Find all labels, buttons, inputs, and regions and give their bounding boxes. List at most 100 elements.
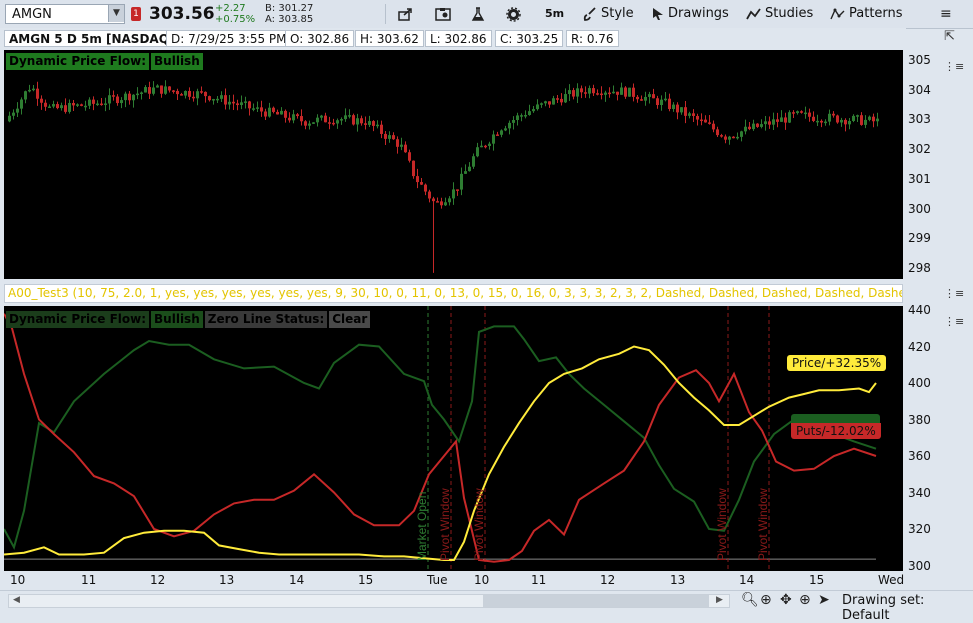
share-button[interactable] xyxy=(398,3,414,25)
candle xyxy=(796,110,799,115)
pointer-icon[interactable]: ➤ xyxy=(818,592,830,608)
net-change: +2.27 +0.75% xyxy=(215,3,255,25)
x-tick: 14 xyxy=(739,573,755,587)
candle xyxy=(724,134,727,144)
candle xyxy=(212,98,215,105)
symbol-input[interactable]: AMGN xyxy=(5,4,125,24)
candle xyxy=(76,103,79,108)
candle xyxy=(428,189,431,203)
candle xyxy=(196,88,199,106)
candle xyxy=(380,120,383,139)
lower-menu-icon[interactable]: ⋮≡ xyxy=(944,315,964,328)
menu-icon[interactable]: ≡ xyxy=(940,6,952,22)
dpf-state-lower: Bullish xyxy=(151,311,203,328)
collapse-icon[interactable]: ⇱ xyxy=(944,29,955,44)
candle xyxy=(492,130,495,151)
candle xyxy=(412,160,415,179)
candle xyxy=(596,89,599,96)
zoom-out-icon[interactable]: 🔍︎ xyxy=(741,592,759,608)
candle xyxy=(824,119,827,126)
pan-icon[interactable]: ✥ xyxy=(780,592,792,608)
zoom-in-icon[interactable]: ⊕ xyxy=(760,592,772,608)
candle xyxy=(780,110,783,122)
candle xyxy=(260,100,263,117)
crosshair-icon[interactable]: ⊕ xyxy=(799,592,811,608)
drawing-set-label[interactable]: Drawing set: Default xyxy=(842,593,973,623)
candle xyxy=(252,103,255,112)
candle xyxy=(32,85,35,92)
scrollbar-thumb[interactable] xyxy=(483,595,709,607)
dpf-state-upper: Bullish xyxy=(151,53,203,70)
candle xyxy=(248,100,251,116)
bar-close: C: 303.25 xyxy=(495,30,564,47)
bar-low: L: 302.86 xyxy=(425,30,492,47)
x-tick: 13 xyxy=(670,573,686,587)
patterns-button[interactable]: Patterns xyxy=(830,3,903,25)
style-label: Style xyxy=(601,6,634,21)
candle xyxy=(48,104,51,109)
candle xyxy=(540,102,543,108)
studies-icon xyxy=(746,8,761,20)
candle xyxy=(832,111,835,118)
candle xyxy=(516,112,519,126)
candle xyxy=(564,88,567,103)
candle xyxy=(792,110,795,118)
candle xyxy=(320,114,323,121)
candle xyxy=(244,96,247,109)
candle xyxy=(332,118,335,126)
alert-badge[interactable]: 1 xyxy=(131,7,141,21)
lab-button[interactable] xyxy=(471,3,485,25)
candle xyxy=(568,84,571,101)
candle xyxy=(268,102,271,118)
candle xyxy=(280,107,283,115)
scroll-left-icon[interactable]: ◀ xyxy=(13,595,20,605)
candle xyxy=(476,142,479,158)
rail-menu-icon[interactable]: ⋮≡ xyxy=(944,60,964,73)
study-menu-icon[interactable]: ⋮≡ xyxy=(944,287,964,300)
drawings-button[interactable]: Drawings xyxy=(652,3,729,25)
candle xyxy=(296,112,299,119)
candle xyxy=(452,182,455,205)
candle xyxy=(528,104,531,116)
candle xyxy=(548,101,551,108)
x-tick: 13 xyxy=(219,573,235,587)
candle xyxy=(432,196,435,273)
candle xyxy=(416,168,419,189)
candle xyxy=(708,115,711,125)
symbol-dropdown-icon[interactable]: ▼ xyxy=(108,5,124,22)
candle xyxy=(692,109,695,123)
candle xyxy=(536,99,539,111)
study-title-bar[interactable]: A00_Test3 (10, 75, 2.0, 1, yes, yes, yes… xyxy=(4,284,903,303)
upper-y-tick: 300 xyxy=(908,201,931,216)
candle xyxy=(200,86,203,94)
candle xyxy=(704,115,707,123)
candle xyxy=(180,92,183,96)
candle xyxy=(844,118,847,132)
scroll-right-icon[interactable]: ▶ xyxy=(716,595,723,605)
price-chart[interactable]: Dynamic Price Flow: Bullish xyxy=(4,50,903,279)
candle xyxy=(308,120,311,130)
candle xyxy=(164,80,167,95)
snapshot-button[interactable] xyxy=(435,3,451,25)
candle xyxy=(256,101,259,113)
x-tick: 10 xyxy=(10,573,26,587)
candle xyxy=(204,91,207,103)
candle xyxy=(112,90,115,101)
bar-range: R: 0.76 xyxy=(566,30,619,47)
studies-button[interactable]: Studies xyxy=(746,3,813,25)
candle xyxy=(468,162,471,172)
indicator-chart[interactable]: Market Open Pivot Window Pivot Window Pivot… xyxy=(4,306,903,571)
settings-button[interactable] xyxy=(506,3,521,25)
candle xyxy=(404,141,407,153)
candle xyxy=(368,115,371,127)
candle xyxy=(40,95,43,110)
x-tick: Tue xyxy=(427,573,448,587)
bid-ask: B: 301.27 A: 303.85 xyxy=(265,3,313,25)
candle xyxy=(20,97,23,115)
candle xyxy=(344,108,347,122)
candle xyxy=(464,164,467,174)
style-button[interactable]: Style xyxy=(583,3,634,25)
timeframe-button[interactable]: 5m xyxy=(545,3,564,25)
candle xyxy=(876,112,879,127)
candle xyxy=(612,85,615,94)
